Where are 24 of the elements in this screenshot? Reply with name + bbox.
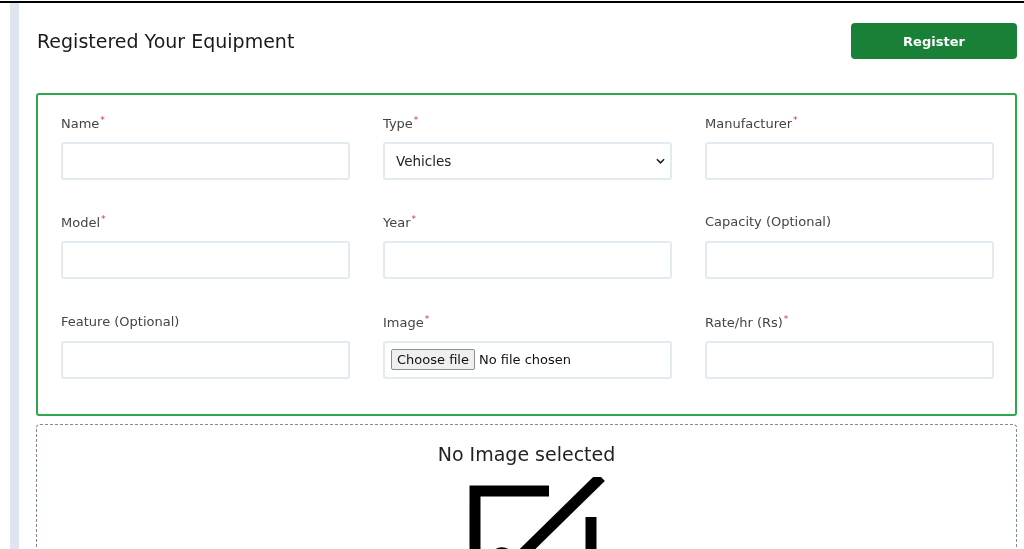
page-title: Registered Your Equipment [37, 30, 295, 52]
text-field[interactable] [61, 142, 350, 180]
field-label: Model$^{*}$ [61, 214, 107, 232]
field-label: Year$^{*}$ [383, 214, 418, 232]
text-field[interactable] [705, 340, 994, 379]
text-field[interactable] [705, 142, 994, 180]
preview-message: No Image selected [437, 443, 616, 465]
field-label: Name$^{*}$ [61, 115, 106, 132]
field-label: Image$^{*}$ [383, 313, 431, 331]
choose-file-button[interactable]: Choose file [391, 349, 475, 371]
field-label: Capacity (Optional) [705, 214, 833, 232]
text-field[interactable] [61, 241, 350, 280]
file-status: No file chosen [478, 352, 572, 368]
text-field[interactable] [61, 340, 350, 379]
text-field[interactable] [383, 241, 672, 280]
type-dropdown[interactable]: Vehicles [383, 142, 672, 180]
text-field[interactable] [705, 241, 994, 280]
field-label: Feature (Optional) [61, 313, 181, 331]
register-button[interactable]: Register [851, 23, 1017, 59]
field-label: Rate/hr (Rs)$^{*}$ [705, 313, 790, 331]
caret-icon [656, 158, 665, 164]
file-input[interactable]: Choose file No file chosen [383, 340, 672, 379]
field-label: Type$^{*}$ [383, 115, 420, 132]
field-label: Manufacturer$^{*}$ [705, 115, 799, 132]
